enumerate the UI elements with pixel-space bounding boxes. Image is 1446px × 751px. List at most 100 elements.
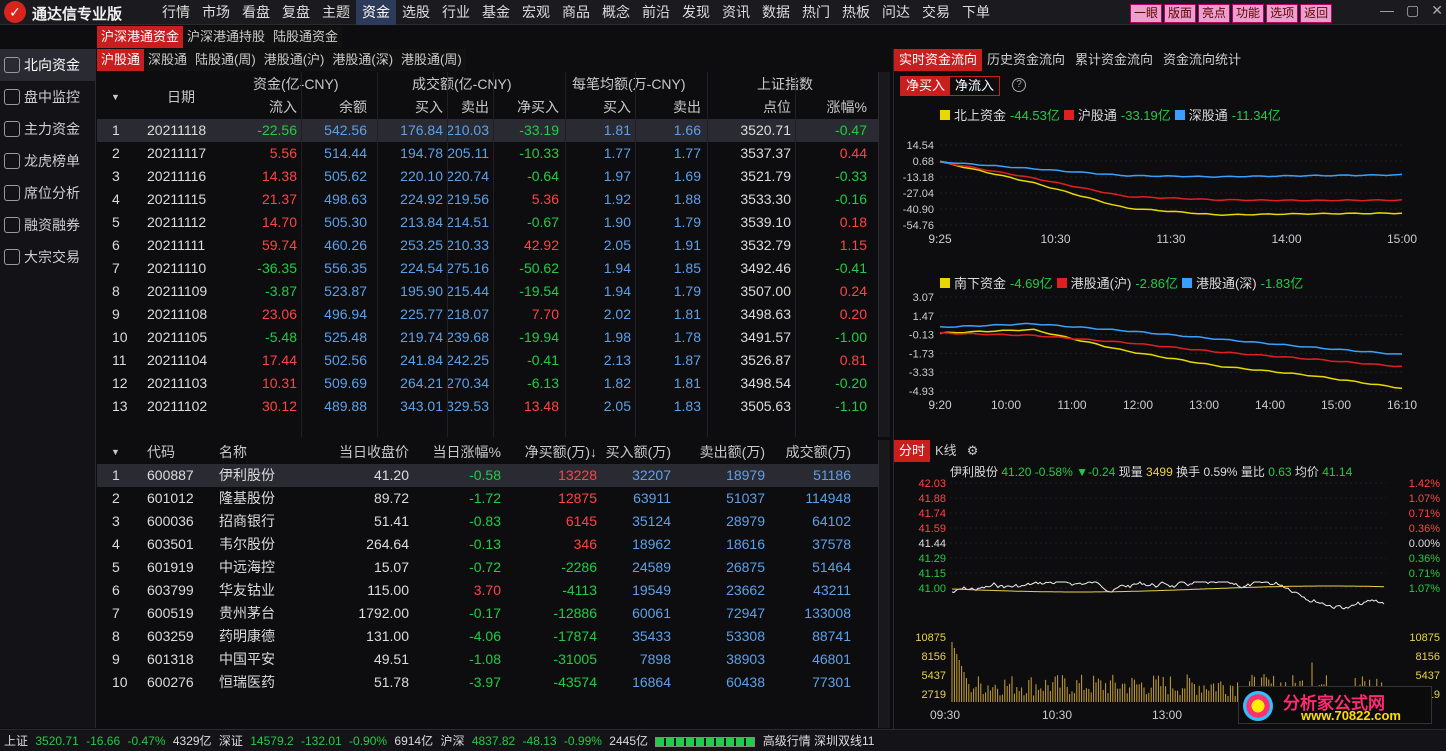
table-row[interactable]: 4 603501 韦尔股份 264.64 -0.13 346 18962 18616 37578: [97, 533, 889, 556]
flow-tab-1[interactable]: 历史资金流向: [982, 49, 1070, 71]
menu-item-3[interactable]: 复盘: [276, 0, 316, 25]
table-row[interactable]: 8 603259 药明康德 131.00 -4.06 -17874 35433 53308 88…: [97, 625, 889, 648]
col-header[interactable]: 卖出: [461, 96, 489, 119]
price-tick: 41.15: [918, 568, 946, 580]
menu-item-9[interactable]: 宏观: [516, 0, 556, 25]
menu-item-2[interactable]: 看盘: [236, 0, 276, 25]
tab-sub-5[interactable]: 港股通(周): [397, 49, 466, 71]
table-row[interactable]: 3 600036 招商银行 51.41 -0.83 6145 35124 28979 64102: [97, 510, 889, 533]
cell: 12875: [558, 490, 597, 506]
table-row[interactable]: 5 601919 中远海控 15.07 -0.72 -2286 24589 26875 5146…: [97, 556, 889, 579]
sort-arrow-icon[interactable]: ▼: [111, 440, 120, 464]
col-header[interactable]: 名称: [219, 440, 247, 464]
clock-icon: [4, 217, 20, 233]
col-header[interactable]: 流入: [269, 96, 297, 119]
tab-sub-0[interactable]: 沪股通: [97, 49, 145, 71]
table-row[interactable]: 7 600519 贵州茅台 1792.00 -0.17 -12886 60061 72947 1…: [97, 602, 889, 625]
menu-item-15[interactable]: 数据: [756, 0, 796, 25]
cell: -0.17: [469, 605, 501, 621]
cell: 1.77: [603, 145, 631, 161]
sidebar-item-5[interactable]: 融资融券: [0, 209, 95, 241]
col-header[interactable]: 卖出额(万): [700, 440, 765, 464]
menu-item-11[interactable]: 概念: [596, 0, 636, 25]
col-header[interactable]: 买入额(万): [606, 440, 671, 464]
col-header[interactable]: 净买入: [517, 96, 559, 119]
menu-item-18[interactable]: 问达: [876, 0, 916, 25]
menu-item-0[interactable]: 行情: [156, 0, 196, 25]
menu-item-8[interactable]: 基金: [476, 0, 516, 25]
menu-item-10[interactable]: 商品: [556, 0, 596, 25]
tab-sub-1[interactable]: 深股通: [144, 49, 191, 71]
quick-button-3[interactable]: 功能: [1232, 4, 1265, 23]
sidebar-item-1[interactable]: 盘中监控: [0, 81, 95, 113]
col-header[interactable]: 代码: [147, 440, 175, 464]
table-row[interactable]: 9 601318 中国平安 49.51 -1.08 -31005 7898 38903 4680…: [97, 648, 889, 671]
toggle-1[interactable]: 净流入: [950, 77, 999, 95]
quick-button-5[interactable]: 返回: [1300, 4, 1333, 23]
sort-arrow-icon[interactable]: ▼: [111, 86, 120, 109]
col-header[interactable]: 涨幅%: [827, 96, 867, 119]
col-header[interactable]: 当日涨幅%: [433, 440, 501, 464]
menu-item-17[interactable]: 热板: [836, 0, 876, 25]
menu-item-13[interactable]: 发现: [676, 0, 716, 25]
menu-item-19[interactable]: 交易: [916, 0, 956, 25]
flow-tab-0[interactable]: 实时资金流向: [894, 49, 983, 71]
col-header[interactable]: 点位: [763, 96, 791, 119]
tab-top-0[interactable]: 沪深港通资金: [97, 26, 184, 48]
flow-tab-3[interactable]: 资金流向统计: [1158, 49, 1246, 71]
vol-tick: 8156: [1416, 651, 1440, 663]
menu-item-16[interactable]: 热门: [796, 0, 836, 25]
col-header[interactable]: 成交额(万): [786, 440, 851, 464]
menu-item-7[interactable]: 行业: [436, 0, 476, 25]
col-header[interactable]: 日期: [167, 86, 195, 109]
tab-sub-2[interactable]: 陆股通(周): [191, 49, 260, 71]
menu-item-20[interactable]: 下单: [956, 0, 996, 25]
menu-item-4[interactable]: 主题: [316, 0, 356, 25]
sidebar-item-2[interactable]: 主力资金: [0, 113, 95, 145]
help-icon[interactable]: ?: [1012, 78, 1026, 92]
col-header[interactable]: 买入: [415, 96, 443, 119]
chart-tab-0[interactable]: 分时: [894, 440, 931, 462]
settings-icon[interactable]: ⚙: [962, 440, 984, 462]
table2-scrollbar[interactable]: [878, 440, 890, 728]
flow-tab-2[interactable]: 累计资金流向: [1070, 49, 1158, 71]
sidebar-item-0[interactable]: 北向资金: [0, 49, 95, 81]
tab-top-1[interactable]: 沪深港通持股: [183, 26, 269, 48]
toggle-0[interactable]: 净买入: [901, 77, 951, 95]
cell: 460.26: [324, 237, 367, 253]
quick-button-4[interactable]: 选项: [1266, 4, 1299, 23]
sidebar-item-4[interactable]: 席位分析: [0, 177, 95, 209]
menu-item-5[interactable]: 资金: [356, 0, 396, 25]
right-panel: 实时资金流向 历史资金流向 累计资金流向 资金流向统计 净买入 净流入 ? 北上资金 -4…: [893, 49, 1446, 729]
quick-button-1[interactable]: 版面: [1164, 4, 1197, 23]
pct-tick: 0.71%: [1409, 508, 1440, 520]
sidebar-item-3[interactable]: 龙虎榜单: [0, 145, 95, 177]
col-header[interactable]: 净买额(万)↓: [525, 440, 597, 464]
menu-item-12[interactable]: 前沿: [636, 0, 676, 25]
quick-button-2[interactable]: 亮点: [1198, 4, 1231, 23]
y-tick: -27.04: [903, 188, 934, 200]
net-toggle: 净买入 净流入: [900, 76, 1001, 96]
tab-top-2[interactable]: 陆股通资金: [269, 26, 342, 48]
menu-item-6[interactable]: 选股: [396, 0, 436, 25]
table-row[interactable]: 10 600276 恒瑞医药 51.78 -3.97 -43574 16864 60438 77…: [97, 671, 889, 694]
chart-tab-1[interactable]: K线: [930, 440, 962, 462]
tabs-sub: 沪股通 深股通 陆股通(周) 港股通(沪) 港股通(深) 港股通(周): [97, 49, 466, 71]
table-row[interactable]: 2 601012 隆基股份 89.72 -1.72 12875 63911 51037 1149…: [97, 487, 889, 510]
tab-sub-3[interactable]: 港股通(沪): [260, 49, 329, 71]
col-header[interactable]: 买入: [603, 96, 631, 119]
menu-item-1[interactable]: 市场: [196, 0, 236, 25]
col-header[interactable]: 当日收盘价: [339, 440, 409, 464]
col-header[interactable]: 余额: [339, 96, 367, 119]
table-row[interactable]: 6 603799 华友钴业 115.00 3.70 -4113 19549 23662 4321…: [97, 579, 889, 602]
maximize-icon[interactable]: ▢: [1406, 2, 1419, 19]
close-icon[interactable]: ✕: [1431, 2, 1443, 19]
col-header[interactable]: 卖出: [673, 96, 701, 119]
table-row[interactable]: 1 600887 伊利股份 41.20 -0.58 13228 32207 18979 5118…: [97, 464, 889, 487]
minimize-icon[interactable]: —: [1380, 2, 1394, 19]
sidebar-item-6[interactable]: 大宗交易: [0, 241, 95, 273]
tab-sub-4[interactable]: 港股通(深): [328, 49, 397, 71]
menu-item-14[interactable]: 资讯: [716, 0, 756, 25]
quick-button-0[interactable]: 一眼: [1130, 4, 1163, 23]
table1-scrollbar[interactable]: [878, 72, 890, 437]
